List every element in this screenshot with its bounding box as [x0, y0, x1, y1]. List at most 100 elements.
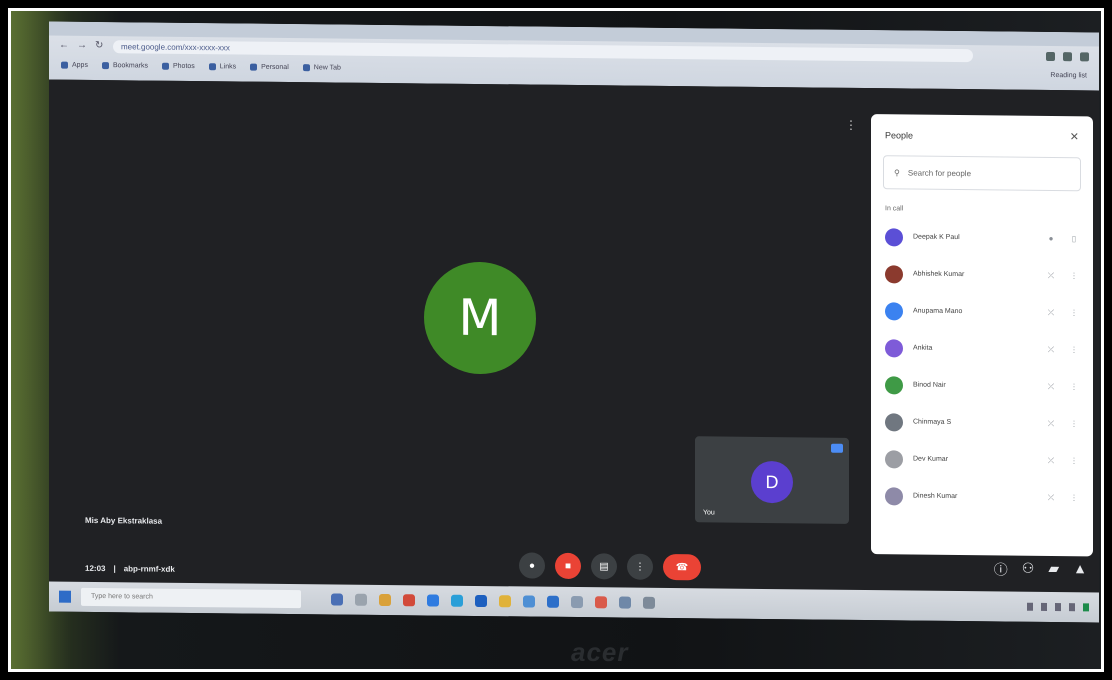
- participant-name: Dev Kumar: [913, 455, 949, 463]
- extension-icon[interactable]: [1046, 51, 1055, 61]
- tray-icon[interactable]: [1027, 602, 1033, 611]
- mic-off-icon[interactable]: ⤫: [1043, 344, 1059, 354]
- taskbar-search-input[interactable]: Type here to search: [81, 587, 301, 609]
- reading-list-button[interactable]: Reading list: [1050, 71, 1087, 78]
- participant-row[interactable]: Anupama Mano ⤫ ⋮: [871, 292, 1093, 331]
- info-icon[interactable]: ⓘ: [994, 559, 1008, 579]
- photo-frame: ← → ↻ meet.google.com/xxx-xxxx-xxx Apps …: [4, 4, 1108, 676]
- participant-row[interactable]: Dev Kumar ⤫ ⋮: [871, 440, 1093, 479]
- participant-avatar: [885, 264, 903, 283]
- participant-list: Deepak K Paul ● ▯ Abhishek Kumar ⤫ ⋮ Anu…: [871, 218, 1093, 516]
- camera-off-icon[interactable]: ■: [555, 552, 581, 580]
- app-icon[interactable]: [355, 593, 367, 606]
- tile-more-options-icon[interactable]: ⋮: [845, 118, 857, 132]
- search-people-input[interactable]: ⚲ Search for people: [883, 155, 1081, 192]
- meeting-separator: |: [113, 564, 116, 574]
- dropbox-icon[interactable]: [475, 594, 487, 608]
- task-view-icon[interactable]: [331, 593, 343, 606]
- mic-off-icon[interactable]: ⤫: [1043, 381, 1059, 391]
- participant-row[interactable]: Dinesh Kumar ⤫ ⋮: [871, 477, 1093, 516]
- more-options-icon[interactable]: ⋮: [1069, 345, 1079, 354]
- participant-row[interactable]: Binod Nair ⤫ ⋮: [871, 366, 1093, 405]
- participant-row[interactable]: Deepak K Paul ● ▯: [871, 218, 1093, 257]
- bookmark-item[interactable]: Personal: [250, 63, 289, 71]
- reload-icon[interactable]: ↻: [95, 40, 105, 51]
- participant-name: Chinmaya S: [913, 418, 952, 426]
- taskbar-apps: [331, 593, 655, 609]
- bookmark-item[interactable]: New Tab: [302, 63, 341, 71]
- close-icon[interactable]: ✕: [1070, 130, 1079, 143]
- more-options-icon[interactable]: ⋮: [627, 553, 653, 580]
- tray-icon[interactable]: [1055, 603, 1061, 612]
- mic-off-icon[interactable]: ⤫: [1043, 492, 1059, 502]
- self-view-tile[interactable]: D You: [695, 436, 849, 524]
- chat-icon[interactable]: ▰: [1048, 560, 1059, 580]
- meeting-info: 12:03 | abp-rnmf-xdk: [85, 564, 175, 574]
- participant-row[interactable]: Abhishek Kumar ⤫ ⋮: [871, 255, 1093, 294]
- app-icon[interactable]: [595, 596, 607, 609]
- search-placeholder: Search for people: [907, 167, 972, 178]
- bookmark-icon: [101, 61, 109, 69]
- tray-icon[interactable]: [1069, 603, 1075, 612]
- captions-icon[interactable]: ▤: [591, 553, 617, 580]
- people-panel: People ✕ ⚲ Search for people In call Dee…: [871, 114, 1093, 557]
- notification-icon[interactable]: [1083, 603, 1089, 612]
- participant-avatar: [885, 486, 903, 505]
- app-icon[interactable]: [451, 594, 463, 607]
- participant-row[interactable]: Chinmaya S ⤫ ⋮: [871, 403, 1093, 442]
- start-icon[interactable]: [59, 590, 71, 603]
- app-icon[interactable]: [403, 594, 415, 607]
- tray-icon[interactable]: [1041, 602, 1047, 611]
- bookmark-item[interactable]: Bookmarks: [101, 61, 148, 69]
- bookmark-icon: [208, 62, 216, 70]
- back-icon[interactable]: ←: [59, 40, 69, 51]
- more-options-icon[interactable]: ⋮: [1069, 382, 1079, 391]
- mic-off-icon[interactable]: ●: [519, 552, 545, 579]
- participant-row[interactable]: Ankita ⤫ ⋮: [871, 329, 1093, 368]
- app-icon[interactable]: [523, 595, 535, 608]
- participant-name: Ankita: [913, 344, 933, 352]
- self-tile-badge-icon: [831, 443, 843, 453]
- people-icon[interactable]: ⚇: [1022, 560, 1035, 580]
- app-icon[interactable]: [571, 595, 583, 609]
- self-avatar: D: [751, 460, 793, 504]
- chrome-icon[interactable]: [643, 596, 655, 609]
- participant-name: Dinesh Kumar: [913, 492, 958, 501]
- bookmark-item[interactable]: Apps: [61, 61, 88, 68]
- extension-icon[interactable]: [1063, 51, 1072, 61]
- more-options-icon[interactable]: ⋮: [1069, 456, 1079, 465]
- search-icon: ⚲: [894, 167, 900, 177]
- self-name-label: You: [703, 509, 715, 517]
- more-options-icon[interactable]: ⋮: [1069, 493, 1079, 502]
- activities-icon[interactable]: ▲: [1073, 560, 1087, 580]
- app-icon[interactable]: [619, 596, 631, 609]
- extension-icons: [1046, 51, 1089, 61]
- bookmark-icon: [61, 61, 68, 69]
- mic-off-icon[interactable]: ⤫: [1043, 270, 1059, 280]
- bookmark-icon: [250, 63, 258, 71]
- bookmark-icon: [161, 62, 169, 70]
- main-participant-avatar: M: [424, 261, 536, 375]
- profile-icon[interactable]: [1080, 51, 1089, 61]
- participant-name: Abhishek Kumar: [913, 270, 965, 279]
- edge-icon[interactable]: [427, 594, 439, 607]
- more-options-icon[interactable]: ⋮: [1069, 419, 1079, 428]
- mic-indicator-icon[interactable]: ●: [1043, 234, 1059, 243]
- forward-icon[interactable]: →: [77, 40, 87, 51]
- pin-icon[interactable]: ▯: [1069, 234, 1079, 243]
- bookmark-item[interactable]: Photos: [161, 62, 195, 70]
- more-options-icon[interactable]: ⋮: [1069, 308, 1079, 317]
- bookmark-item[interactable]: Links: [208, 62, 236, 70]
- file-explorer-icon[interactable]: [379, 593, 391, 607]
- mic-off-icon[interactable]: ⤫: [1043, 418, 1059, 428]
- app-icon[interactable]: [499, 595, 511, 608]
- more-options-icon[interactable]: ⋮: [1069, 271, 1079, 280]
- panel-title: People: [885, 129, 914, 141]
- mic-off-icon[interactable]: ⤫: [1043, 307, 1059, 317]
- panel-header: People ✕: [871, 114, 1093, 144]
- app-icon[interactable]: [547, 595, 559, 608]
- browser-chrome: ← → ↻ meet.google.com/xxx-xxxx-xxx Apps …: [49, 21, 1099, 91]
- mic-off-icon[interactable]: ⤫: [1043, 455, 1059, 465]
- participant-avatar: [885, 227, 903, 246]
- end-call-icon[interactable]: ☎: [663, 553, 701, 581]
